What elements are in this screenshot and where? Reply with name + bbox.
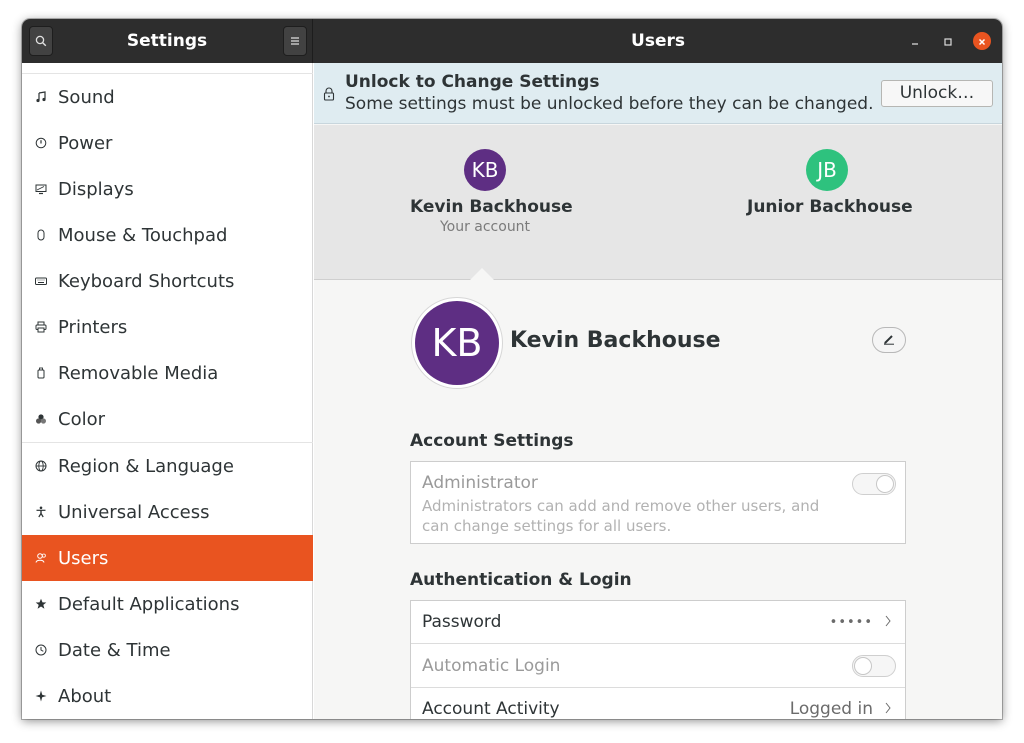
sidebar-item-label: Removable Media [58,362,219,384]
sidebar-item-label: Users [58,547,109,569]
administrator-label: Administrator [422,473,538,493]
settings-window: Settings Users Sound Power Displays Mous… [22,19,1002,719]
unlock-infobar: Unlock to Change Settings Some settings … [314,63,1002,124]
account-activity-row[interactable]: Account Activity Logged in [411,688,905,719]
close-button[interactable] [973,32,991,50]
account-activity-value: Logged in [789,699,873,719]
sidebar-item-label: Mouse & Touchpad [58,224,228,246]
sidebar-item-printers[interactable]: Printers [22,304,313,350]
unlock-button[interactable]: Unlock… [881,80,993,107]
chevron-right-icon [884,613,892,632]
avatar: KB [464,149,506,191]
star-icon [34,597,48,611]
sidebar-item-label: Date & Time [58,639,171,661]
sidebar-item-label: Universal Access [58,501,210,523]
sidebar-item-label: Power [58,132,113,154]
sidebar-header: Settings [22,19,313,63]
accessibility-icon [34,505,48,519]
mouse-icon [34,228,48,242]
about-icon [34,689,48,703]
search-button[interactable] [29,26,53,56]
password-row[interactable]: Password ••••• [411,601,905,644]
sidebar-item-region-language[interactable]: Region & Language [22,443,313,489]
carousel-user-name: Kevin Backhouse [410,197,573,217]
sidebar-item-users[interactable]: Users [22,535,313,581]
search-icon [35,35,47,47]
color-icon [34,412,48,426]
sidebar-item-power[interactable]: Power [22,120,313,166]
password-value: ••••• [829,615,873,630]
sidebar-item-removable-media[interactable]: Removable Media [22,350,313,396]
sidebar-item-label: Region & Language [58,455,234,477]
automatic-login-toggle[interactable] [852,655,896,677]
globe-icon [34,459,48,473]
sidebar-item-label: About [58,685,112,707]
administrator-toggle[interactable] [852,473,896,495]
sidebar-item-label: Color [58,408,105,430]
edit-name-button[interactable] [872,327,906,353]
account-settings-heading: Account Settings [410,431,574,451]
clock-icon [34,643,48,657]
carousel-user-kevin[interactable]: KB Kevin Backhouse Your account [410,149,573,235]
auth-login-list: Password ••••• Automatic Login Account A… [410,600,906,719]
administrator-row: Administrator Administrators can add and… [410,461,906,544]
sidebar-item-mouse-touchpad[interactable]: Mouse & Touchpad [22,212,313,258]
maximize-button[interactable] [939,32,957,50]
sidebar-item-label: Default Applications [58,593,240,615]
sidebar-item-date-time[interactable]: Date & Time [22,627,313,673]
password-label: Password [422,612,502,632]
lock-icon [323,86,335,105]
profile-name: Kevin Backhouse [510,328,721,353]
account-activity-label: Account Activity [422,699,560,719]
carousel-user-subtitle: Your account [439,219,531,235]
minimize-icon [910,32,920,51]
users-panel: Unlock to Change Settings Some settings … [314,63,1002,719]
avatar: JB [806,149,848,191]
chevron-right-icon [884,700,892,719]
pencil-icon [882,331,896,350]
display-icon [34,182,48,196]
carousel-user-junior[interactable]: JB Junior Backhouse [747,149,913,217]
carousel-selection-arrow [469,268,495,281]
title-bar: Settings Users [22,19,1002,63]
user-carousel: KB Kevin Backhouse Your account JB Junio… [314,125,1002,281]
sidebar: Sound Power Displays Mouse & Touchpad Ke… [22,63,313,719]
sidebar-item-universal-access[interactable]: Universal Access [22,489,313,535]
users-icon [34,551,48,565]
avatar-initials: KB [415,301,499,385]
minimize-button[interactable] [906,32,924,50]
sidebar-item-label: Printers [58,316,128,338]
administrator-description: Administrators can add and remove other … [422,497,820,535]
sidebar-item-label: Sound [58,86,115,108]
sidebar-item-label: Displays [58,178,134,200]
printer-icon [34,320,48,334]
sidebar-item-default-applications[interactable]: Default Applications [22,581,313,627]
menu-button[interactable] [283,26,307,56]
removable-media-icon [34,366,48,380]
close-icon [977,32,987,51]
keyboard-icon [34,274,48,288]
auth-login-heading: Authentication & Login [410,570,632,590]
toggle-knob [876,475,894,493]
hamburger-menu-icon [290,36,300,46]
sidebar-item-label: Keyboard Shortcuts [58,270,235,292]
maximize-icon [943,32,953,51]
page-title: Users [631,31,685,51]
infobar-title: Unlock to Change Settings [345,72,600,92]
sidebar-item-displays[interactable]: Displays [22,166,313,212]
sidebar-item-sound[interactable]: Sound [22,74,313,120]
sidebar-item-about[interactable]: About [22,673,313,719]
sidebar-item-color[interactable]: Color [22,396,313,442]
sidebar-title: Settings [126,31,208,51]
carousel-user-name: Junior Backhouse [747,197,913,217]
automatic-login-label: Automatic Login [422,656,561,676]
profile-avatar[interactable]: KB [411,297,503,389]
infobar-subtitle: Some settings must be unlocked before th… [345,94,874,114]
automatic-login-row: Automatic Login [411,645,905,688]
sidebar-item-keyboard-shortcuts[interactable]: Keyboard Shortcuts [22,258,313,304]
toggle-knob [854,657,872,675]
music-note-icon [34,90,48,104]
power-icon [34,136,48,150]
